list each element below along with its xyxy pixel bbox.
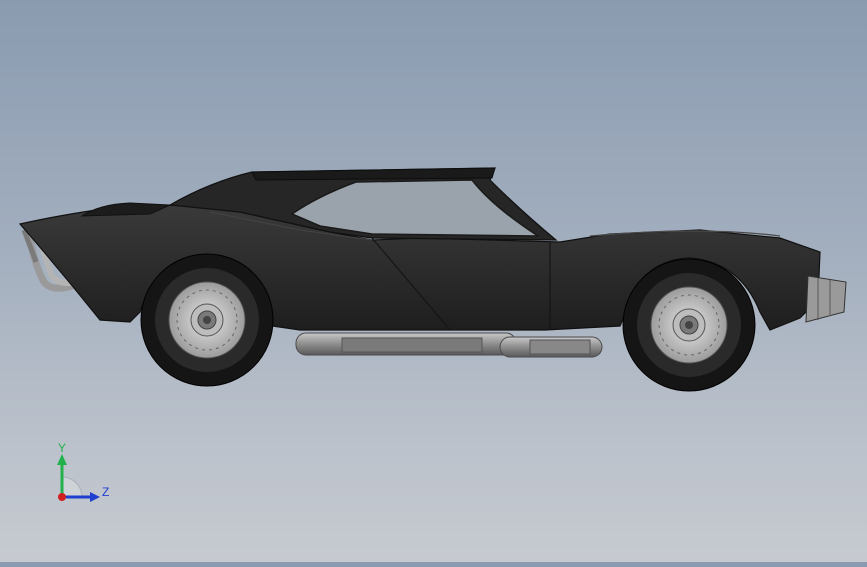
rear-wheel [140, 253, 274, 387]
z-arrow-icon [90, 492, 100, 502]
z-axis-label: Z [102, 485, 109, 499]
front-wheel [622, 258, 756, 392]
y-axis-label: Y [58, 441, 66, 455]
y-arrow-icon [57, 454, 67, 465]
x-axis-dot-icon [58, 493, 66, 501]
view-orientation-triad[interactable]: Y Z [40, 440, 130, 510]
car-model[interactable] [0, 0, 867, 562]
triad-arc [61, 476, 83, 498]
exhaust-system [295, 332, 603, 358]
graphics-viewport[interactable] [0, 0, 867, 562]
